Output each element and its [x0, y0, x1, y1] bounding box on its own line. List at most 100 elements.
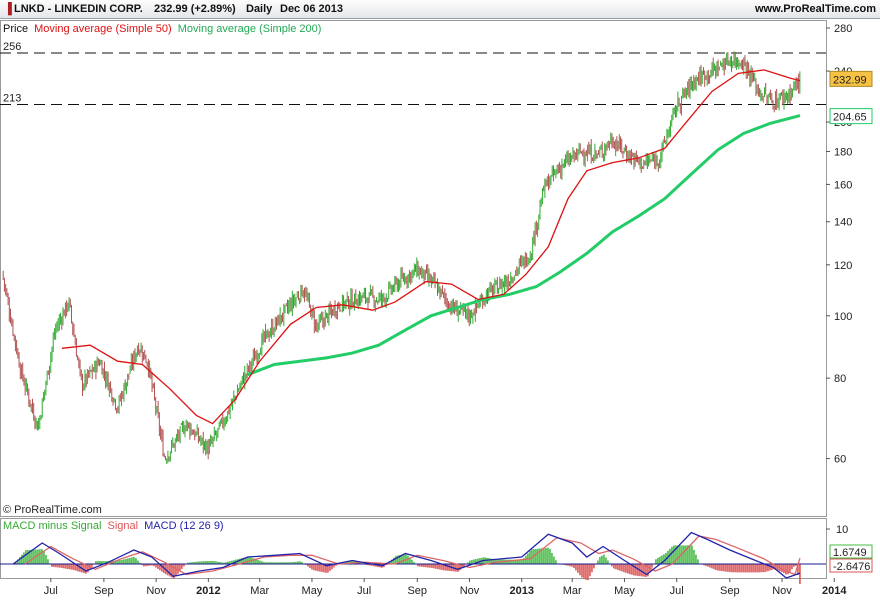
x-tick-label: May [302, 585, 323, 597]
macd-hist-bar [659, 556, 661, 564]
macd-hist-bar [311, 564, 313, 570]
macd-hist-bar [315, 564, 317, 571]
macd-hist-bar [39, 549, 41, 564]
legend-macd: MACD minus Signal Signal MACD (12 26 9) [3, 520, 224, 532]
macd-hist-bar [555, 560, 557, 564]
macd-hist-bar [743, 564, 745, 573]
level-label: 256 [3, 41, 21, 53]
macd-hist-bar [783, 564, 785, 574]
x-tick-label: Sep [720, 585, 740, 597]
macd-hist-bar [729, 564, 731, 573]
macd-hist-bar [717, 564, 719, 571]
macd-hist-bar [545, 547, 547, 564]
macd-hist-bar [439, 564, 441, 570]
macd-hist-bar [737, 564, 739, 573]
macd-hist-bar [601, 555, 603, 564]
macd-hist-bar [671, 546, 673, 564]
macd-hist-bar [755, 564, 757, 573]
macd-hist-bar [655, 559, 657, 564]
macd-hist-bar [319, 564, 321, 572]
macd-hist-bar [641, 564, 643, 577]
macd-hist-bar [695, 554, 697, 564]
macd-hist-bar [535, 548, 537, 564]
macd-hist-bar [623, 564, 625, 573]
macd-hist-bar [137, 560, 139, 564]
macd-hist-bar [23, 552, 25, 564]
y-tick-label: 120 [834, 260, 852, 272]
macd-hist-bar [751, 564, 753, 573]
macd-hist-bar [715, 564, 717, 571]
macd-hist-bar [181, 564, 183, 569]
macd-hist-bar [613, 564, 615, 569]
x-tick-label: Mar [250, 585, 269, 597]
macd-hist-bar [575, 564, 577, 571]
macd-hist-bar [529, 550, 531, 564]
y-tick-label: 180 [834, 146, 852, 158]
signal-value-label: -2.6476 [833, 561, 870, 573]
y-tick-label: 100 [834, 311, 852, 323]
x-tick-label: Jul [357, 585, 371, 597]
macd-hist-bar [683, 545, 685, 564]
macd-hist-bar [727, 564, 729, 572]
macd-hist-bar [657, 557, 659, 564]
x-tick-label: Nov [460, 585, 480, 597]
macd-hist-bar [629, 564, 631, 575]
macd-hist-bar [507, 559, 509, 564]
macd-hist-bar [619, 564, 621, 571]
macd-hist-bar [685, 545, 687, 564]
level-label: 213 [3, 92, 21, 104]
macd-hist-bar [735, 564, 737, 573]
macd-hist-bar [69, 564, 71, 570]
macd-hist-bar [429, 564, 431, 568]
macd-hist-bar [63, 564, 65, 569]
legend-price: Price Moving average (Simple 50) Moving … [3, 23, 321, 35]
macd-hist-bar [61, 564, 63, 568]
macd-y-tick-label: 10 [836, 524, 848, 536]
macd-hist-bar [615, 564, 617, 570]
macd-hist-bar [157, 564, 159, 569]
price-chart: 256213 6080100120140160180200240280 232.… [0, 20, 873, 597]
macd-hist-bar [617, 564, 619, 570]
macd-hist-bar [585, 564, 587, 580]
macd-hist-bar [435, 564, 437, 569]
macd-hist-bar [133, 556, 135, 564]
macd-hist-bar [129, 557, 131, 564]
x-tick-label: 2014 [822, 585, 847, 597]
macd-hist-bar [549, 549, 551, 564]
macd-hist-bar [543, 548, 545, 564]
macd-hist-bar [711, 564, 713, 569]
macd-hist-bar [127, 558, 129, 564]
price-panel [0, 20, 827, 517]
macd-hist-bar [65, 564, 67, 569]
macd-hist-bar [41, 549, 43, 564]
macd-hist-bar [677, 545, 679, 564]
x-tick-label: 2012 [196, 585, 220, 597]
macd-hist-bar [741, 564, 743, 573]
macd-hist-bar [83, 564, 85, 574]
macd-hist-bar [621, 564, 623, 572]
x-tick-label: Mar [563, 585, 582, 597]
ma200-value-label: 204.65 [833, 112, 867, 124]
macd-hist-bar [121, 559, 123, 564]
macd-hist-bar [643, 564, 645, 577]
macd-hist-bar [725, 564, 727, 572]
y-tick-label: 60 [834, 454, 846, 466]
macd-hist-bar [37, 549, 39, 564]
macd-hist-bar [713, 564, 715, 570]
macd-hist-bar [693, 549, 695, 564]
macd-hist-bar [73, 564, 75, 571]
macd-hist-bar [697, 559, 699, 564]
macd-hist-bar [785, 564, 787, 575]
macd-hist-bar [599, 557, 601, 564]
macd-hist-bar [257, 559, 259, 564]
macd-hist-bar [309, 564, 311, 568]
macd-hist-bar [317, 564, 319, 572]
macd-hist-bar [45, 555, 47, 564]
macd-hist-bar [71, 564, 73, 570]
x-tick-label: Sep [407, 585, 427, 597]
macd-hist-bar [763, 564, 765, 573]
macd-hist-bar [521, 559, 523, 564]
macd-hist-bar [411, 559, 413, 564]
macd-hist-bar [437, 564, 439, 570]
macd-hist-bar [721, 564, 723, 572]
